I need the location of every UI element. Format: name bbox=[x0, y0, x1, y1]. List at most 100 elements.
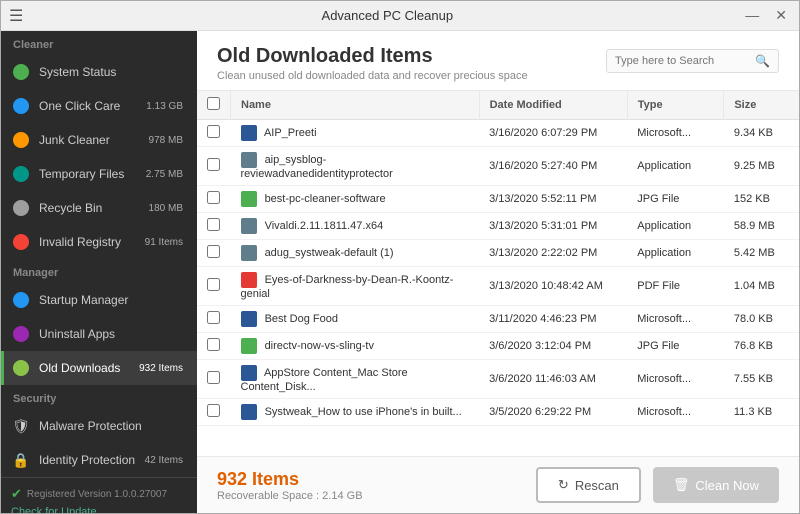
col-header-size: Size bbox=[724, 91, 799, 120]
table-row: AppStore Content_Mac Store Content_Disk.… bbox=[197, 360, 799, 399]
file-name: AIP_Preeti bbox=[264, 127, 317, 139]
row-checkbox[interactable] bbox=[207, 311, 220, 324]
table-row: AIP_Preeti 3/16/2020 6:07:29 PM Microsof… bbox=[197, 120, 799, 147]
sidebar-item-junk-cleaner[interactable]: Junk Cleaner 978 MB bbox=[1, 123, 197, 157]
row-checkbox[interactable] bbox=[207, 158, 220, 171]
clean-now-button[interactable]: 🗑 Clean Now bbox=[653, 467, 779, 503]
file-table: Name Date Modified Type Size AIP_Preeti … bbox=[197, 91, 799, 426]
check-update-link[interactable]: Check for Update bbox=[11, 506, 97, 513]
sidebar-item-one-click-care[interactable]: One Click Care 1.13 GB bbox=[1, 89, 197, 123]
sidebar-item-label: Old Downloads bbox=[39, 361, 135, 375]
row-checkbox[interactable] bbox=[207, 218, 220, 231]
close-button[interactable]: ✕ bbox=[771, 7, 791, 24]
file-table-body: AIP_Preeti 3/16/2020 6:07:29 PM Microsof… bbox=[197, 120, 799, 426]
system-status-icon bbox=[11, 62, 31, 82]
old-downloads-badge: 932 Items bbox=[135, 362, 187, 375]
row-check[interactable] bbox=[197, 120, 231, 147]
file-name: directv-now-vs-sling-tv bbox=[265, 340, 374, 352]
row-size: 1.04 MB bbox=[724, 267, 799, 306]
row-check[interactable] bbox=[197, 186, 231, 213]
row-date: 3/16/2020 5:27:40 PM bbox=[479, 147, 627, 186]
search-box[interactable]: 🔍 bbox=[606, 49, 779, 73]
row-checkbox[interactable] bbox=[207, 338, 220, 351]
sidebar-item-recycle-bin[interactable]: Recycle Bin 180 MB bbox=[1, 191, 197, 225]
sidebar-item-label: Malware Protection bbox=[39, 419, 187, 433]
menu-icon[interactable]: ☰ bbox=[9, 6, 23, 26]
row-name: adug_systweak-default (1) bbox=[231, 240, 480, 267]
table-row: aip_sysblog-reviewadvanedidentityprotect… bbox=[197, 147, 799, 186]
clean-icon: 🗑 bbox=[673, 477, 690, 493]
table-row: best-pc-cleaner-software 3/13/2020 5:52:… bbox=[197, 186, 799, 213]
footer-actions: ↻ Rescan 🗑 Clean Now bbox=[536, 467, 779, 503]
row-type: Microsoft... bbox=[627, 360, 724, 399]
row-size: 5.42 MB bbox=[724, 240, 799, 267]
row-check[interactable] bbox=[197, 267, 231, 306]
row-checkbox[interactable] bbox=[207, 278, 220, 291]
sidebar-item-old-downloads[interactable]: Old Downloads 932 Items bbox=[1, 351, 197, 385]
search-input[interactable] bbox=[615, 55, 755, 67]
row-check[interactable] bbox=[197, 240, 231, 267]
sidebar-item-label: Recycle Bin bbox=[39, 201, 145, 215]
row-check[interactable] bbox=[197, 360, 231, 399]
row-check[interactable] bbox=[197, 213, 231, 240]
main-content: Cleaner System Status One Click Care 1.1… bbox=[1, 31, 799, 513]
row-name: Eyes-of-Darkness-by-Dean-R.-Koontz-genia… bbox=[231, 267, 480, 306]
invalid-registry-badge: 91 Items bbox=[141, 236, 187, 249]
row-check[interactable] bbox=[197, 333, 231, 360]
row-type: Microsoft... bbox=[627, 399, 724, 426]
window-title: Advanced PC Cleanup bbox=[33, 8, 741, 23]
file-icon bbox=[241, 311, 257, 327]
row-type: Microsoft... bbox=[627, 120, 724, 147]
file-icon bbox=[241, 191, 257, 207]
file-icon bbox=[241, 365, 257, 381]
sidebar-item-startup-manager[interactable]: Startup Manager bbox=[1, 283, 197, 317]
sidebar-item-identity-protection[interactable]: 🔒 Identity Protection 42 Items bbox=[1, 443, 197, 477]
minimize-button[interactable]: — bbox=[741, 7, 763, 24]
row-check[interactable] bbox=[197, 147, 231, 186]
col-header-date: Date Modified bbox=[479, 91, 627, 120]
file-icon bbox=[241, 125, 257, 141]
main-panel: Old Downloaded Items Clean unused old do… bbox=[197, 31, 799, 513]
file-table-wrapper: Name Date Modified Type Size AIP_Preeti … bbox=[197, 91, 799, 456]
sidebar-item-uninstall-apps[interactable]: Uninstall Apps bbox=[1, 317, 197, 351]
sidebar-item-malware-protection[interactable]: 🛡 Malware Protection bbox=[1, 409, 197, 443]
row-name: Best Dog Food bbox=[231, 306, 480, 333]
file-name: AppStore Content_Mac Store Content_Disk.… bbox=[241, 367, 408, 393]
junk-cleaner-icon bbox=[11, 130, 31, 150]
table-header-row: Name Date Modified Type Size bbox=[197, 91, 799, 120]
sidebar-bottom: ✔ Registered Version 1.0.0.27007 Check f… bbox=[1, 477, 197, 513]
file-icon bbox=[241, 272, 257, 288]
row-checkbox[interactable] bbox=[207, 191, 220, 204]
row-name: Vivaldi.2.11.1811.47.x64 bbox=[231, 213, 480, 240]
row-type: Application bbox=[627, 240, 724, 267]
sidebar-item-label: One Click Care bbox=[39, 99, 142, 113]
temporary-files-badge: 2.75 MB bbox=[142, 168, 187, 181]
row-date: 3/5/2020 6:29:22 PM bbox=[479, 399, 627, 426]
sidebar-item-invalid-registry[interactable]: Invalid Registry 91 Items bbox=[1, 225, 197, 259]
row-date: 3/13/2020 10:48:42 AM bbox=[479, 267, 627, 306]
row-size: 152 KB bbox=[724, 186, 799, 213]
row-checkbox[interactable] bbox=[207, 125, 220, 138]
footer-space: Recoverable Space : 2.14 GB bbox=[217, 490, 363, 502]
row-type: Application bbox=[627, 213, 724, 240]
row-check[interactable] bbox=[197, 399, 231, 426]
sidebar-item-system-status[interactable]: System Status bbox=[1, 55, 197, 89]
panel-footer: 932 Items Recoverable Space : 2.14 GB ↻ … bbox=[197, 456, 799, 513]
file-name: Best Dog Food bbox=[265, 313, 338, 325]
sidebar-item-label: Identity Protection bbox=[39, 453, 141, 467]
sidebar-item-label: Uninstall Apps bbox=[39, 327, 187, 341]
row-checkbox[interactable] bbox=[207, 245, 220, 258]
row-size: 9.25 MB bbox=[724, 147, 799, 186]
row-checkbox[interactable] bbox=[207, 371, 220, 384]
file-name: adug_systweak-default (1) bbox=[265, 247, 394, 259]
select-all-checkbox[interactable] bbox=[207, 97, 220, 110]
rescan-button[interactable]: ↻ Rescan bbox=[536, 467, 641, 503]
startup-manager-icon bbox=[11, 290, 31, 310]
row-checkbox[interactable] bbox=[207, 404, 220, 417]
row-name: Systweak_How to use iPhone's in built... bbox=[231, 399, 480, 426]
row-check[interactable] bbox=[197, 306, 231, 333]
row-size: 78.0 KB bbox=[724, 306, 799, 333]
sidebar-item-temporary-files[interactable]: Temporary Files 2.75 MB bbox=[1, 157, 197, 191]
row-date: 3/11/2020 4:46:23 PM bbox=[479, 306, 627, 333]
app-window: ☰ Advanced PC Cleanup — ✕ Cleaner System… bbox=[0, 0, 800, 514]
